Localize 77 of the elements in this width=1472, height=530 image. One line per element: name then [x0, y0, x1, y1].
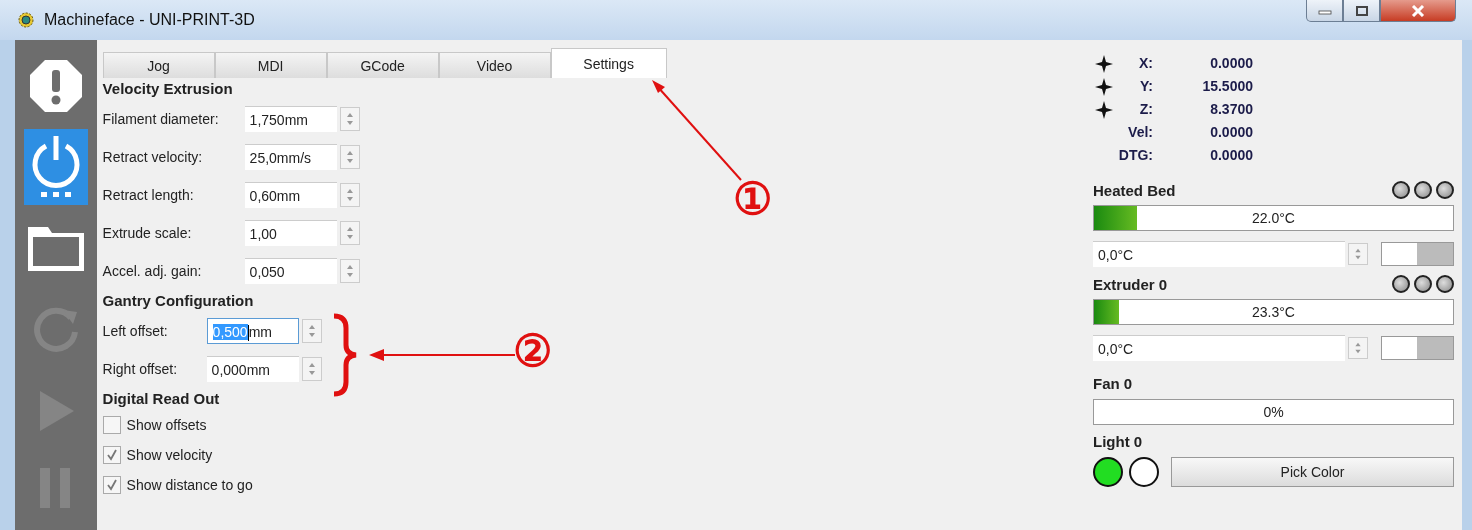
field-label: Filament diameter: — [102, 111, 220, 127]
axis-label: X: — [1138, 54, 1153, 73]
input-field[interactable]: 0,050 — [244, 258, 337, 284]
color-swatch[interactable] — [1129, 457, 1159, 487]
heater-title: Extruder 0 — [1093, 275, 1168, 293]
spin-arrows-icon — [1353, 246, 1363, 262]
spin-button[interactable] — [301, 357, 322, 381]
spin-button[interactable] — [339, 145, 360, 169]
input-field[interactable]: 0,60mm — [244, 182, 337, 208]
spin-arrows-icon — [1353, 340, 1363, 356]
tab[interactable]: GCode — [326, 52, 439, 78]
spin-button[interactable] — [1348, 337, 1368, 359]
tab[interactable]: Settings — [550, 48, 667, 78]
sidebar-button[interactable] — [23, 129, 88, 205]
color-swatch[interactable] — [1093, 457, 1123, 487]
axis-label: DTG: — [1117, 146, 1153, 165]
close-button[interactable] — [1380, 0, 1456, 22]
axis-label: Y: — [1139, 77, 1153, 96]
checkbox[interactable] — [102, 416, 121, 434]
callout-number: ① — [733, 172, 772, 226]
axis-value: 15.5000 — [1201, 77, 1253, 96]
input-field[interactable]: 0,500mm — [206, 318, 299, 344]
input-field[interactable]: 0,000mm — [206, 356, 299, 382]
checkbox[interactable] — [102, 446, 121, 464]
spin-button[interactable] — [301, 319, 322, 343]
axis-value: 0.0000 — [1209, 146, 1253, 165]
field-label: Retract velocity: — [102, 149, 204, 165]
section-heading: Velocity Extrusion — [102, 79, 234, 99]
homed-icon — [1095, 77, 1113, 96]
fan-bar: 0% — [1093, 399, 1454, 425]
toggle-switch[interactable] — [1381, 336, 1454, 360]
spin-button[interactable] — [339, 183, 360, 207]
input-field[interactable]: 25,0mm/s — [244, 144, 337, 170]
field-label: Left offset: — [102, 323, 169, 339]
axis-value: 0.0000 — [1209, 54, 1253, 73]
axis-label: Vel: — [1127, 123, 1153, 142]
input-field[interactable]: 1,00 — [244, 220, 337, 246]
maximize-button[interactable] — [1343, 0, 1380, 22]
homed-icon — [1095, 100, 1113, 119]
warning-icon — [27, 57, 84, 114]
setpoint-field[interactable]: 0,0°C — [1093, 241, 1345, 267]
field-label: Right offset: — [102, 361, 179, 377]
field-label: Retract length: — [102, 187, 195, 203]
gear-icon — [16, 10, 36, 30]
axis-value: 0.0000 — [1209, 123, 1253, 142]
window-title: Machineface - UNI-PRINT-3D — [44, 11, 255, 29]
section-heading: Digital Read Out — [102, 389, 221, 409]
input-field[interactable]: 1,750mm — [244, 106, 337, 132]
axis-value: 8.3700 — [1209, 100, 1253, 119]
minimize-button[interactable] — [1306, 0, 1343, 22]
axis-label: Z: — [1138, 100, 1153, 119]
light-title: Light 0 — [1093, 432, 1144, 452]
field-label: Extrude scale: — [102, 225, 193, 241]
heater-title: Heated Bed — [1093, 181, 1176, 199]
homed-icon — [1095, 54, 1113, 73]
spin-button[interactable] — [339, 107, 360, 131]
setpoint-field[interactable]: 0,0°C — [1093, 335, 1345, 361]
toggle-switch[interactable] — [1381, 242, 1454, 266]
spin-button[interactable] — [1348, 243, 1368, 265]
tab[interactable]: MDI — [214, 52, 327, 78]
temperature-bar: 22.0°C — [1093, 205, 1454, 231]
checkbox[interactable] — [102, 476, 121, 494]
spin-button[interactable] — [339, 221, 360, 245]
maximize-icon — [1354, 4, 1369, 17]
field-label: Accel. adj. gain: — [102, 263, 203, 279]
checkbox-label: Show offsets — [126, 417, 207, 433]
callout-number: ② — [513, 324, 552, 378]
pick-color-button[interactable]: Pick Color — [1171, 457, 1454, 487]
fan-title: Fan 0 — [1093, 374, 1134, 394]
checkbox-label: Show velocity — [126, 447, 213, 463]
spin-button[interactable] — [339, 259, 360, 283]
tab[interactable]: Video — [438, 52, 551, 78]
tab[interactable]: Jog — [102, 52, 215, 78]
section-heading: Gantry Configuration — [102, 291, 255, 311]
close-icon — [1410, 4, 1426, 17]
checkbox-label: Show distance to go — [126, 477, 253, 493]
temperature-bar: 23.3°C — [1093, 299, 1454, 325]
